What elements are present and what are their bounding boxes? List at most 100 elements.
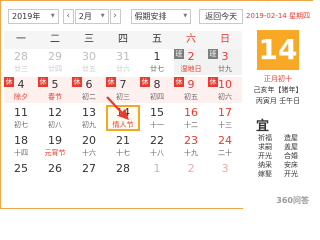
lunar-label: 十三 bbox=[218, 121, 232, 129]
day-cell[interactable]: 29 廿四 bbox=[38, 49, 72, 75]
chevron-right-icon: › bbox=[113, 11, 117, 21]
day-cell[interactable]: 休 6 初二 bbox=[72, 77, 106, 103]
lunar-label: 情人节 bbox=[112, 121, 134, 129]
day-number: 13 bbox=[82, 106, 96, 119]
day-cell[interactable]: 17 十三 bbox=[208, 105, 242, 131]
workday-badge: 班 bbox=[174, 49, 184, 59]
yi-item: 开光 bbox=[284, 170, 298, 178]
day-cell[interactable]: 31 廿六 bbox=[106, 49, 140, 75]
lunar-label: 十四 bbox=[14, 149, 28, 157]
lunar-label: 初八 bbox=[48, 121, 62, 129]
day-cell[interactable]: 2 bbox=[174, 161, 208, 187]
lunar-label: 廿九 bbox=[218, 65, 232, 73]
month-select[interactable]: 2月 ▼ bbox=[74, 8, 109, 24]
day-cell[interactable]: 20 十六 bbox=[72, 133, 106, 159]
day-number: 28 bbox=[116, 162, 130, 175]
weekday-label: 五 bbox=[152, 34, 162, 45]
day-cell[interactable]: 28 廿三 bbox=[4, 49, 38, 75]
lunar-label: 廿六 bbox=[116, 65, 130, 73]
day-cell[interactable]: 16 十二 bbox=[174, 105, 208, 131]
red-arrow-icon bbox=[106, 96, 129, 120]
yi-item: 盖屋 bbox=[284, 143, 298, 151]
day-cell[interactable]: 25 bbox=[4, 161, 38, 187]
calendar-widget: 2019年 ▼ ‹ 2月 ▼ › 假期安排 ▼ 返回今天 一 二 三 四 五 六 日 28 廿三 29… bbox=[0, 0, 313, 209]
prev-month-button[interactable]: ‹ bbox=[62, 8, 74, 24]
day-number: 3 bbox=[221, 162, 229, 175]
ganzhi-year: 己亥年【猪年】 bbox=[253, 86, 303, 94]
day-cell[interactable]: 21 十七 bbox=[106, 133, 140, 159]
back-to-today-button[interactable]: 返回今天 bbox=[199, 8, 243, 24]
day-number: 2 bbox=[187, 162, 195, 175]
day-cell[interactable]: 1 廿七 bbox=[140, 49, 174, 75]
date-detail-panel: 2019-02-14 星期四 14 正月初十 己亥年【猪年】 丙寅月 壬午日 宜… bbox=[243, 1, 313, 209]
big-day-number: 14 bbox=[257, 30, 299, 70]
watermark: 360问答 bbox=[276, 196, 309, 205]
lunar-label: 初六 bbox=[218, 93, 232, 101]
day-cell[interactable]: 26 bbox=[38, 161, 72, 187]
day-number: 11 bbox=[14, 106, 28, 119]
chevron-down-icon: ▼ bbox=[50, 13, 55, 19]
lunar-label: 除夕 bbox=[14, 93, 28, 101]
yi-item: 造屋 bbox=[284, 134, 298, 142]
yi-item: 祈福 bbox=[258, 134, 272, 142]
day-number: 19 bbox=[48, 134, 62, 147]
yi-list: 祈福 造屋 求嗣 盖屋 开光 合婚 纳采 安床 嫁娶 开光 bbox=[243, 134, 313, 179]
day-cell[interactable]: 休 9 初五 bbox=[174, 77, 208, 103]
calendar-week-row: 28 廿三 29 廿四 30 廿五 31 廿六 1 廿七 班 2 湿地日班 3 廿九 bbox=[4, 49, 242, 75]
day-cell[interactable]: 18 十四 bbox=[4, 133, 38, 159]
holiday-select[interactable]: 假期安排 ▼ bbox=[130, 8, 192, 24]
holiday-value: 假期安排 bbox=[134, 11, 167, 21]
ganzhi-month-day: 丙寅月 壬午日 bbox=[255, 97, 301, 105]
day-cell[interactable]: 3 bbox=[208, 161, 242, 187]
day-cell[interactable]: 休 10 初六 bbox=[208, 77, 242, 103]
day-cell[interactable]: 13 初九 bbox=[72, 105, 106, 131]
day-cell[interactable]: 28 bbox=[106, 161, 140, 187]
selected-date-header: 2019-02-14 星期四 bbox=[246, 12, 310, 20]
day-cell[interactable]: 11 初七 bbox=[4, 105, 38, 131]
day-cell[interactable]: 休 5 春节 bbox=[38, 77, 72, 103]
lunar-label: 春节 bbox=[48, 93, 62, 101]
day-cell[interactable]: 24 二十 bbox=[208, 133, 242, 159]
day-cell[interactable]: 30 廿五 bbox=[72, 49, 106, 75]
day-cell[interactable]: 班 3 廿九 bbox=[208, 49, 242, 75]
weekday-label: 三 bbox=[84, 34, 94, 45]
day-cell[interactable]: 1 bbox=[140, 161, 174, 187]
lunar-label: 十一 bbox=[150, 121, 164, 129]
day-cell[interactable]: 班 2 湿地日 bbox=[174, 49, 208, 75]
next-month-button[interactable]: › bbox=[109, 8, 121, 24]
lunar-label: 廿四 bbox=[48, 65, 62, 73]
day-cell[interactable]: 19 元宵节 bbox=[38, 133, 72, 159]
day-number: 15 bbox=[150, 106, 164, 119]
lunar-label: 十八 bbox=[150, 149, 164, 157]
day-cell[interactable]: 休 8 初四 bbox=[140, 77, 174, 103]
yi-heading: 宜 bbox=[256, 119, 270, 134]
toolbar: 2019年 ▼ ‹ 2月 ▼ › 假期安排 ▼ 返回今天 bbox=[1, 1, 243, 31]
yi-item: 合婚 bbox=[284, 152, 298, 160]
yi-item: 嫁娶 bbox=[258, 170, 272, 178]
lunar-label: 十九 bbox=[184, 149, 198, 157]
day-cell[interactable]: 休 4 除夕 bbox=[4, 77, 38, 103]
day-number: 1 bbox=[153, 162, 161, 175]
day-number: 18 bbox=[14, 134, 28, 147]
lunar-label: 湿地日 bbox=[180, 65, 202, 73]
calendar-week-row: 25 26 27 28 1 2 3 bbox=[4, 161, 242, 187]
day-number: 21 bbox=[116, 134, 130, 147]
weekday-header: 一二三四五六日 bbox=[4, 31, 242, 49]
day-cell[interactable]: 27 bbox=[72, 161, 106, 187]
day-cell[interactable]: 15 十一 bbox=[140, 105, 174, 131]
day-number: 24 bbox=[218, 134, 232, 147]
day-number: 26 bbox=[48, 162, 62, 175]
day-number: 22 bbox=[150, 134, 164, 147]
back-to-today-label: 返回今天 bbox=[205, 11, 238, 21]
day-cell[interactable]: 22 十八 bbox=[140, 133, 174, 159]
lunar-label: 廿三 bbox=[14, 65, 28, 73]
lunar-label: 十二 bbox=[184, 121, 198, 129]
lunar-label: 廿七 bbox=[150, 65, 164, 73]
year-select[interactable]: 2019年 ▼ bbox=[8, 8, 59, 24]
day-cell[interactable]: 12 初八 bbox=[38, 105, 72, 131]
weekday-label: 二 bbox=[50, 34, 60, 45]
chevron-down-icon: ▼ bbox=[183, 13, 188, 19]
day-cell[interactable]: 23 十九 bbox=[174, 133, 208, 159]
holiday-badge: 休 bbox=[174, 77, 184, 87]
yi-item: 开光 bbox=[258, 152, 272, 160]
